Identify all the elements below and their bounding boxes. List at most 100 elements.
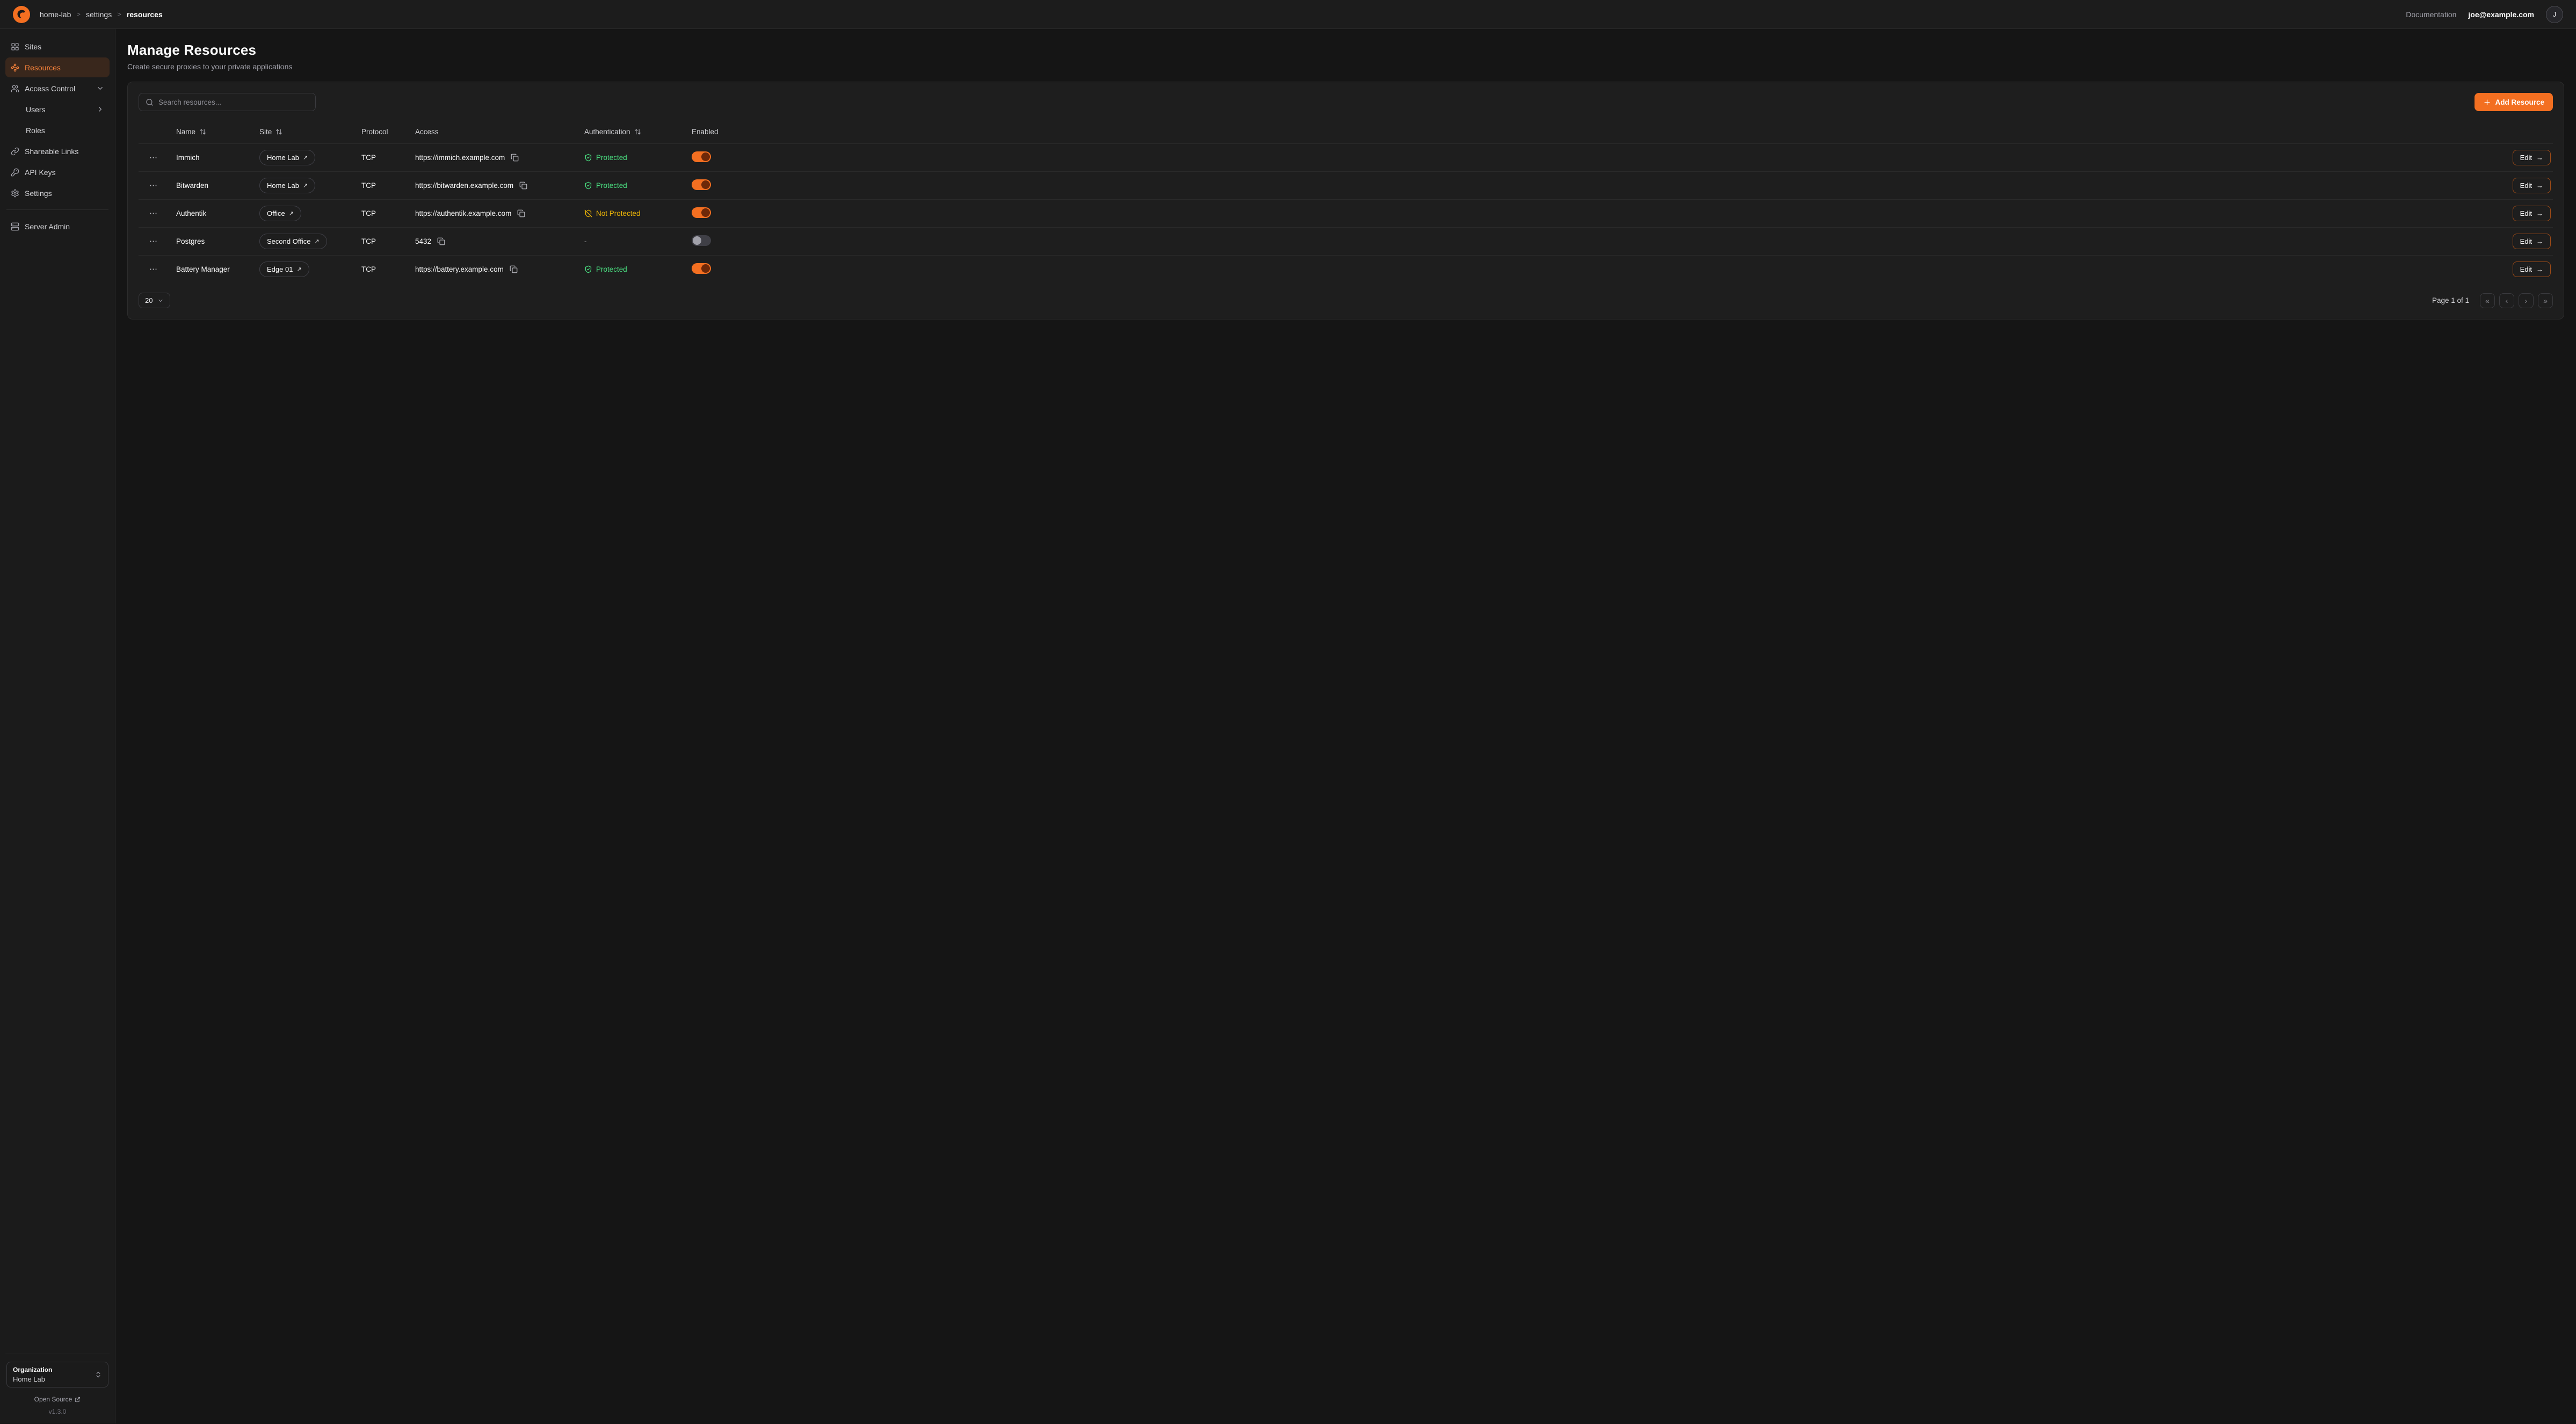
table-row: ⋯ Bitwarden Home Lab↗ TCP https://bitwar…	[139, 171, 2553, 199]
sort-icon	[199, 128, 206, 135]
grid-icon	[11, 42, 19, 51]
sidebar-nav: Sites Resources Access Control Users Rol…	[5, 37, 110, 236]
sidebar-item-resources[interactable]: Resources	[5, 57, 110, 77]
header-site[interactable]: Site	[259, 128, 361, 136]
row-menu-button[interactable]: ⋯	[145, 179, 162, 192]
breadcrumb-home-lab[interactable]: home-lab	[40, 10, 71, 19]
site-link-button[interactable]: Edge 01↗	[259, 261, 309, 277]
arrow-right-icon: →	[2536, 182, 2543, 189]
copy-icon[interactable]	[517, 209, 525, 217]
site-link-button[interactable]: Office↗	[259, 206, 301, 221]
sidebar-item-label: Settings	[25, 189, 52, 198]
enabled-toggle[interactable]	[692, 207, 711, 218]
sidebar: Sites Resources Access Control Users Rol…	[0, 29, 115, 1423]
enabled-toggle[interactable]	[692, 151, 711, 162]
breadcrumb-settings[interactable]: settings	[86, 10, 112, 19]
table-row: ⋯ Postgres Second Office↗ TCP 5432 - Edi…	[139, 227, 2553, 255]
search-icon	[146, 98, 154, 106]
sidebar-item-access-control[interactable]: Access Control	[5, 78, 110, 98]
resource-protocol: TCP	[361, 209, 415, 217]
pangolin-logo-icon[interactable]	[13, 6, 30, 23]
copy-icon[interactable]	[510, 265, 518, 273]
page-subtitle: Create secure proxies to your private ap…	[127, 62, 2564, 71]
header-enabled: Enabled	[692, 128, 756, 136]
external-arrow-icon: ↗	[289, 210, 294, 217]
org-selector[interactable]: Organization Home Lab	[6, 1362, 108, 1387]
search-input[interactable]	[158, 98, 309, 106]
sidebar-item-users[interactable]: Users	[5, 99, 110, 119]
copy-icon[interactable]	[437, 237, 445, 245]
sidebar-item-roles[interactable]: Roles	[5, 120, 110, 140]
breadcrumb-separator: >	[76, 10, 81, 18]
shield-check-icon	[584, 181, 592, 190]
site-link-button[interactable]: Home Lab↗	[259, 150, 315, 165]
resource-protocol: TCP	[361, 265, 415, 273]
resource-protocol: TCP	[361, 154, 415, 162]
edit-button[interactable]: Edit→	[2513, 261, 2551, 277]
auth-status: Protected	[584, 265, 692, 273]
next-page-button[interactable]: ›	[2519, 293, 2534, 308]
avatar[interactable]: J	[2546, 6, 2563, 23]
breadcrumb-resources[interactable]: resources	[127, 10, 163, 19]
org-label: Organization	[13, 1366, 90, 1374]
open-source-link[interactable]: Open Source	[6, 1396, 108, 1403]
sidebar-item-shareable-links[interactable]: Shareable Links	[5, 141, 110, 161]
auth-status: -	[584, 237, 692, 245]
resource-protocol: TCP	[361, 237, 415, 245]
add-resource-button[interactable]: Add Resource	[2475, 93, 2553, 111]
breadcrumb-separator: >	[117, 10, 121, 18]
sidebar-item-label: Users	[26, 105, 46, 114]
enabled-toggle[interactable]	[692, 179, 711, 190]
key-icon	[11, 168, 19, 177]
previous-page-button[interactable]: ‹	[2499, 293, 2514, 308]
sort-icon	[275, 128, 282, 135]
sidebar-item-api-keys[interactable]: API Keys	[5, 162, 110, 182]
row-menu-button[interactable]: ⋯	[145, 263, 162, 275]
plus-icon	[2483, 98, 2491, 106]
auth-status: Protected	[584, 154, 692, 162]
table-row: ⋯ Immich Home Lab↗ TCP https://immich.ex…	[139, 143, 2553, 171]
site-link-button[interactable]: Home Lab↗	[259, 178, 315, 193]
table-row: ⋯ Authentik Office↗ TCP https://authenti…	[139, 199, 2553, 227]
header-authentication[interactable]: Authentication	[584, 128, 692, 136]
search-box	[139, 93, 316, 111]
resource-name: Immich	[176, 154, 259, 162]
page-size-select[interactable]: 20	[139, 293, 170, 308]
table-header-row: Name Site Protocol Access Authenticati	[139, 120, 2553, 143]
resources-card: Add Resource Name Site Protoco	[127, 82, 2564, 319]
sidebar-item-label: Server Admin	[25, 222, 70, 231]
org-value: Home Lab	[13, 1375, 90, 1383]
edit-button[interactable]: Edit→	[2513, 206, 2551, 221]
resource-protocol: TCP	[361, 181, 415, 190]
chevron-down-icon	[157, 297, 164, 304]
breadcrumb: home-lab > settings > resources	[40, 10, 163, 19]
user-email[interactable]: joe@example.com	[2468, 10, 2534, 19]
edit-button[interactable]: Edit→	[2513, 178, 2551, 193]
resource-name: Battery Manager	[176, 265, 259, 273]
external-arrow-icon: ↗	[303, 182, 308, 189]
enabled-toggle[interactable]	[692, 235, 711, 246]
sidebar-item-settings[interactable]: Settings	[5, 183, 110, 203]
sort-icon	[634, 128, 641, 135]
row-menu-button[interactable]: ⋯	[145, 151, 162, 164]
header-name[interactable]: Name	[176, 128, 259, 136]
shield-check-icon	[584, 154, 592, 162]
resources-table: Name Site Protocol Access Authenticati	[139, 120, 2553, 283]
copy-icon[interactable]	[519, 181, 527, 190]
first-page-button[interactable]: «	[2480, 293, 2495, 308]
site-link-button[interactable]: Second Office↗	[259, 234, 327, 249]
copy-icon[interactable]	[511, 154, 519, 162]
waypoints-icon	[11, 63, 19, 72]
row-menu-button[interactable]: ⋯	[145, 235, 162, 248]
enabled-toggle[interactable]	[692, 263, 711, 274]
row-menu-button[interactable]: ⋯	[145, 207, 162, 220]
link-icon	[11, 147, 19, 156]
documentation-link[interactable]: Documentation	[2406, 10, 2456, 19]
sidebar-item-sites[interactable]: Sites	[5, 37, 110, 56]
edit-button[interactable]: Edit→	[2513, 234, 2551, 249]
sidebar-item-server-admin[interactable]: Server Admin	[5, 216, 110, 236]
last-page-button[interactable]: »	[2538, 293, 2553, 308]
topbar-right: Documentation joe@example.com J	[2406, 6, 2563, 23]
edit-button[interactable]: Edit→	[2513, 150, 2551, 165]
table-footer: 20 Page 1 of 1 « ‹ › »	[139, 293, 2553, 308]
